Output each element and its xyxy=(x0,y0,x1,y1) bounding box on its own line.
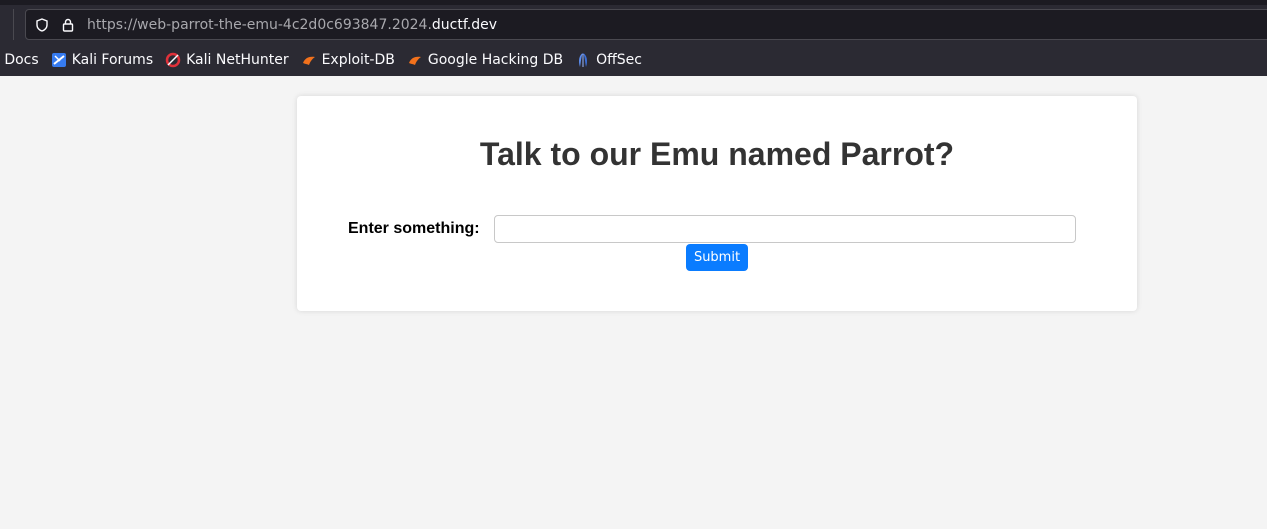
url-text[interactable]: https://web-parrot-the-emu-4c2d0c693847.… xyxy=(87,17,497,33)
browser-toolbar: https://web-parrot-the-emu-4c2d0c693847.… xyxy=(0,0,1267,76)
url-domain: ductf.dev xyxy=(431,16,497,33)
address-bar[interactable]: https://web-parrot-the-emu-4c2d0c693847.… xyxy=(25,9,1267,40)
toolbar-left-edge xyxy=(0,9,14,40)
bookmark-label: Google Hacking DB xyxy=(427,52,564,68)
bookmark-kali-docs[interactable]: i Docs xyxy=(0,52,39,68)
text-input[interactable] xyxy=(494,215,1076,243)
tab-strip xyxy=(0,0,1267,5)
bookmark-exploit-db[interactable]: Exploit-DB xyxy=(301,52,395,68)
bookmark-label: OffSec xyxy=(596,52,642,68)
bookmarks-bar: i Docs Kali Forums Kali NetHunter Exploi… xyxy=(0,47,654,73)
bookmark-label: Kali NetHunter xyxy=(186,52,289,68)
bookmark-offsec[interactable]: OffSec xyxy=(575,52,642,68)
url-prefix: https://web-parrot-the-emu-4c2d0c693847.… xyxy=(87,16,432,33)
shield-icon[interactable] xyxy=(35,17,49,32)
offsec-icon xyxy=(575,52,591,68)
bookmark-label: Kali Forums xyxy=(71,52,154,68)
kali-forums-icon xyxy=(51,52,67,68)
bookmark-label: i Docs xyxy=(0,52,39,68)
google-hacking-db-icon xyxy=(407,52,423,68)
input-label: Enter something: xyxy=(348,220,480,237)
bookmark-kali-forums[interactable]: Kali Forums xyxy=(51,52,153,68)
form-card xyxy=(297,96,1137,311)
bookmark-google-hacking-db[interactable]: Google Hacking DB xyxy=(407,52,563,68)
bookmark-label: Exploit-DB xyxy=(321,52,395,68)
lock-icon[interactable] xyxy=(61,18,75,32)
kali-nethunter-icon xyxy=(165,52,181,68)
page-title: Talk to our Emu named Parrot? xyxy=(479,136,955,172)
exploit-db-icon xyxy=(301,52,317,68)
submit-button[interactable]: Submit xyxy=(686,244,748,271)
bookmark-kali-nethunter[interactable]: Kali NetHunter xyxy=(165,52,289,68)
